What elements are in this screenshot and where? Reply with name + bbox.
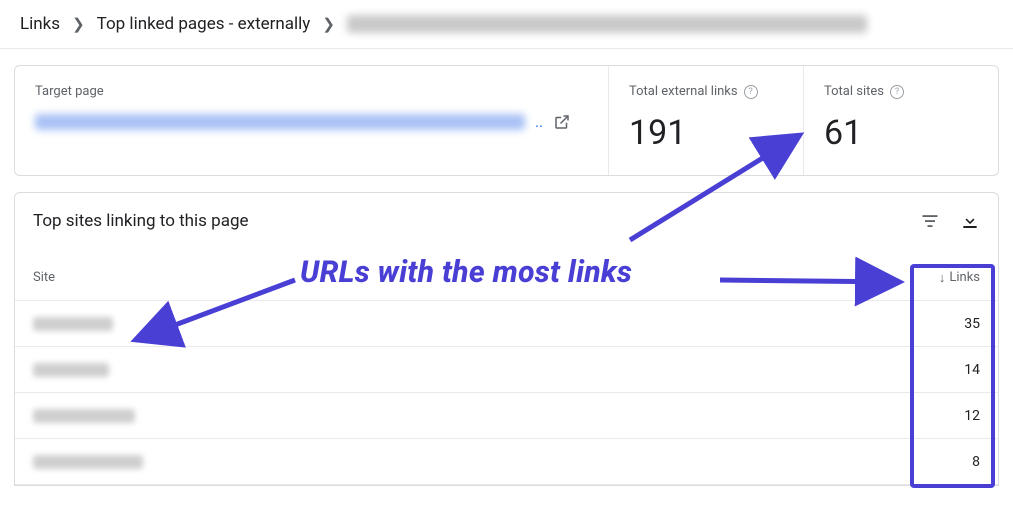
filter-icon[interactable]: [920, 211, 940, 231]
table-row[interactable]: 12: [15, 393, 998, 439]
open-external-icon[interactable]: [553, 113, 571, 131]
panel-title: Top sites linking to this page: [33, 211, 920, 231]
site-domain: [33, 409, 135, 423]
download-icon[interactable]: [960, 211, 980, 231]
col-links-header[interactable]: ↓ Links: [900, 270, 980, 286]
links-count: 14: [900, 362, 980, 378]
breadcrumb-current-url: [347, 15, 867, 33]
table-row[interactable]: 14: [15, 347, 998, 393]
site-domain: [33, 317, 113, 331]
breadcrumb-links[interactable]: Links: [20, 14, 60, 34]
help-icon[interactable]: ?: [744, 85, 758, 99]
card-external-value: 191: [629, 113, 783, 153]
card-sites-value: 61: [824, 113, 978, 153]
links-count: 12: [900, 408, 980, 424]
breadcrumb: Links ❯ Top linked pages - externally ❯: [0, 0, 1013, 49]
links-count: 35: [900, 316, 980, 332]
chevron-right-icon: ❯: [322, 15, 335, 33]
site-domain: [33, 455, 143, 469]
sort-desc-icon: ↓: [939, 270, 946, 286]
card-external-label: Total external links: [629, 84, 738, 99]
breadcrumb-top-linked[interactable]: Top linked pages - externally: [97, 14, 311, 34]
target-page-ellipsis: ..: [535, 113, 543, 131]
annotation-label: URLs with the most links: [300, 255, 632, 290]
card-target-label: Target page: [35, 84, 588, 99]
table-row[interactable]: 8: [15, 439, 998, 485]
card-total-sites: Total sites ? 61: [803, 66, 998, 175]
summary-cards: Target page .. Total external links ? 19…: [14, 65, 999, 176]
help-icon[interactable]: ?: [890, 85, 904, 99]
table-row[interactable]: 35: [15, 301, 998, 347]
col-links-label: Links: [949, 270, 980, 285]
chevron-right-icon: ❯: [72, 15, 85, 33]
card-target-page: Target page ..: [15, 66, 608, 175]
top-sites-panel: Top sites linking to this page Site ↓ Li…: [14, 192, 999, 486]
links-count: 8: [900, 454, 980, 470]
site-domain: [33, 363, 109, 377]
card-external-links: Total external links ? 191: [608, 66, 803, 175]
target-page-url[interactable]: [35, 114, 525, 130]
card-sites-label: Total sites: [824, 84, 884, 99]
